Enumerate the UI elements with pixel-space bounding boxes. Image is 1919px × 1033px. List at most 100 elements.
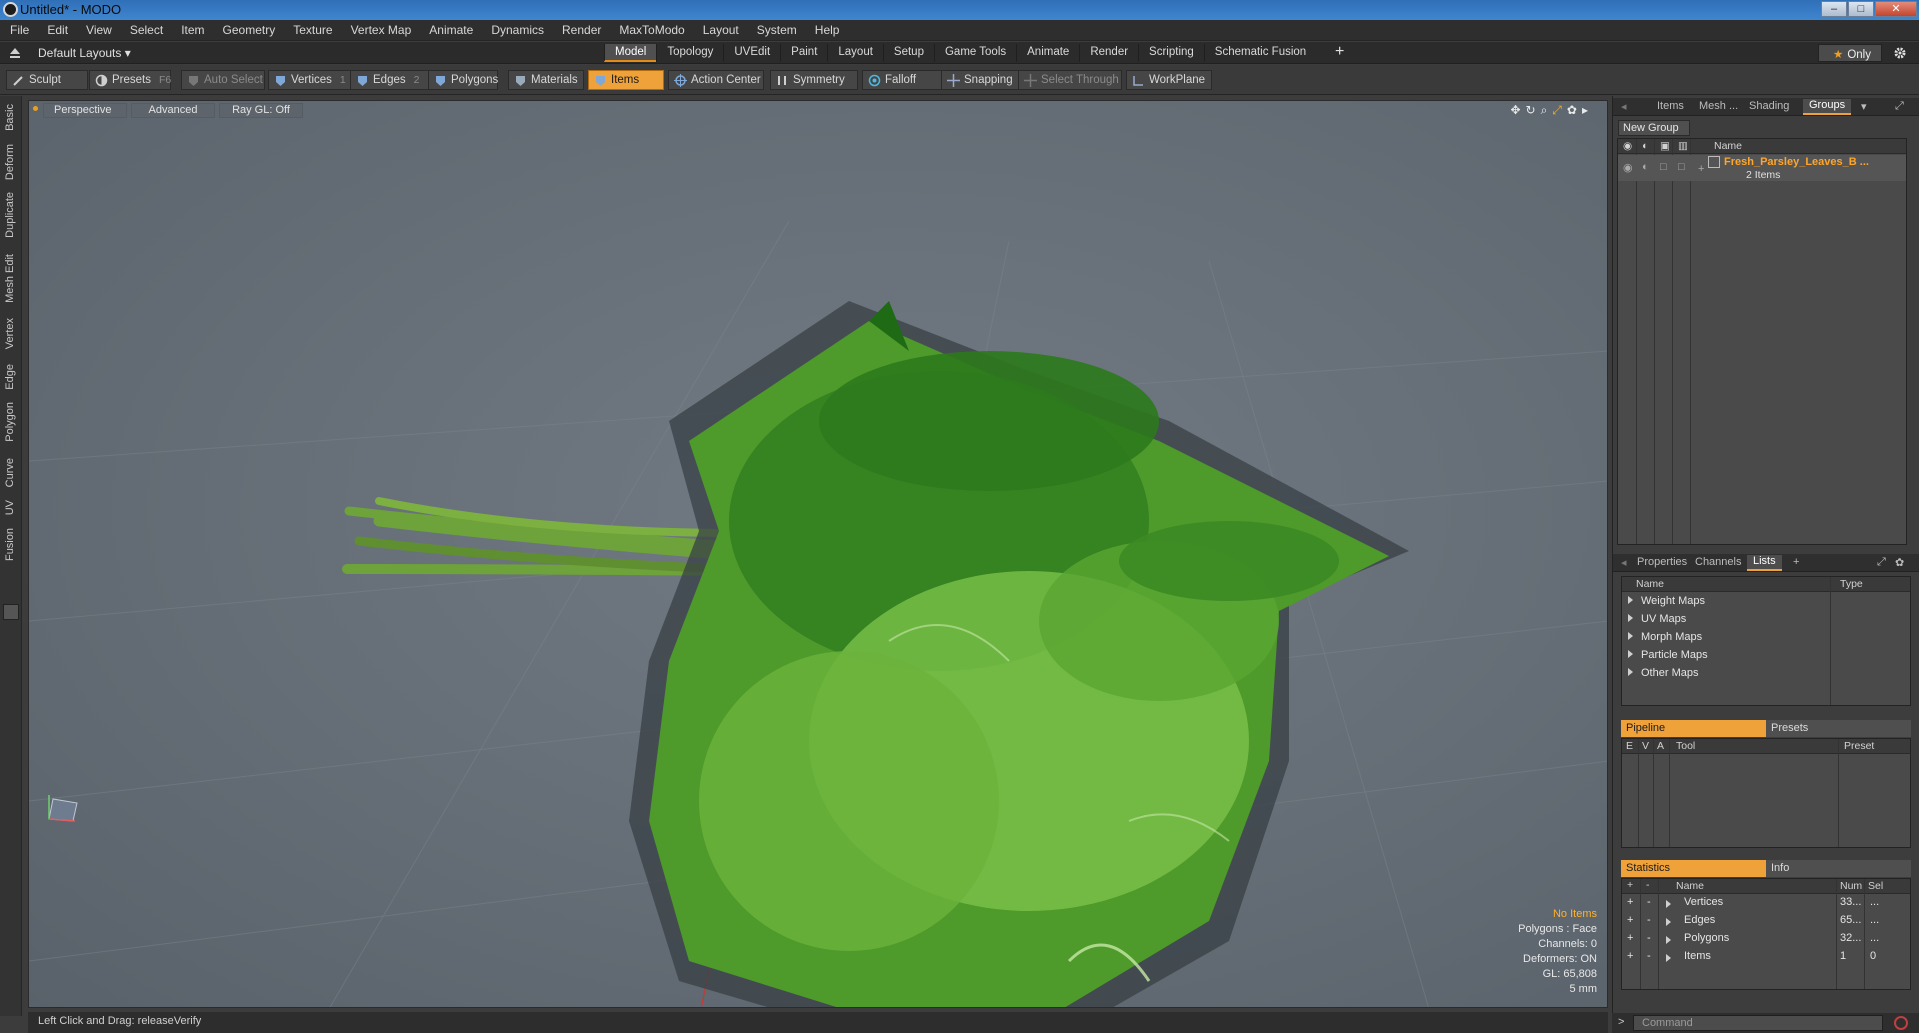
close-button[interactable]: ✕ [1875, 1, 1917, 17]
only-toggle[interactable]: ★ Only [1818, 44, 1882, 62]
tab-shading[interactable]: Shading [1749, 100, 1789, 112]
list-item-particle-maps[interactable]: Particle Maps [1628, 649, 1708, 667]
stats-row-edges[interactable]: + - Edges 65... ... [1622, 914, 1910, 932]
stats-remove-button[interactable]: - [1647, 896, 1651, 908]
tab-items[interactable]: Items [1657, 100, 1684, 112]
view-perspective-dropdown[interactable]: Perspective [43, 103, 127, 118]
tab-setup[interactable]: Setup [882, 44, 934, 62]
vertices-button[interactable]: Vertices 1 [268, 70, 352, 90]
group-visibility-icon[interactable]: ◉ [1623, 161, 1633, 174]
command-stop-icon[interactable] [1894, 1016, 1908, 1030]
stats-add-button[interactable]: + [1627, 896, 1633, 908]
mid-panel-menu-icon[interactable]: ◂ [1621, 556, 1627, 569]
presets-button[interactable]: Presets F6 [89, 70, 171, 90]
rotate-view-icon[interactable]: ↻ [1526, 103, 1541, 117]
shading-advanced-dropdown[interactable]: Advanced [131, 103, 215, 118]
expand-mid-panel-icon[interactable]: ⤢ [1877, 556, 1886, 569]
menu-render[interactable]: Render [552, 20, 609, 41]
stats-row-polygons[interactable]: + - Polygons 32... ... [1622, 932, 1910, 950]
zoom-view-icon[interactable]: ⌕ [1541, 103, 1553, 117]
group-select-icon[interactable]: □ [1678, 161, 1685, 173]
tab-layout[interactable]: Layout [827, 44, 883, 62]
tab-scripting[interactable]: Scripting [1138, 44, 1204, 62]
maximize-view-icon[interactable]: ⤢ [1552, 103, 1567, 117]
left-tab-vertex[interactable]: Vertex [4, 318, 16, 349]
menu-edit[interactable]: Edit [37, 20, 76, 41]
maximize-button[interactable]: □ [1848, 1, 1874, 17]
tab-properties[interactable]: Properties [1637, 556, 1687, 568]
expand-triangle-icon[interactable] [1666, 935, 1679, 947]
visibility-col-icon[interactable]: ◉ [1623, 140, 1632, 152]
items-button[interactable]: Items [588, 70, 664, 90]
tab-pipeline[interactable]: Pipeline [1621, 720, 1766, 737]
tabs-dropdown-icon[interactable]: ▾ [1861, 100, 1867, 113]
action-center-button[interactable]: Action Center [668, 70, 764, 90]
add-list-tab-button[interactable]: + [1793, 556, 1799, 568]
stats-row-vertices[interactable]: + - Vertices 33... ... [1622, 896, 1910, 914]
stats-remove-button[interactable]: - [1647, 950, 1651, 962]
viewport-more-icon[interactable]: ▸ [1582, 103, 1593, 117]
add-tab-button[interactable]: + [1335, 43, 1344, 61]
tab-topology[interactable]: Topology [656, 44, 723, 62]
tab-mesh[interactable]: Mesh ... [1699, 100, 1738, 112]
tab-presets[interactable]: Presets [1766, 720, 1911, 737]
select-col-icon[interactable]: ▥ [1678, 140, 1688, 152]
left-tab-uv[interactable]: UV [4, 500, 16, 515]
tab-paint[interactable]: Paint [780, 44, 827, 62]
tab-animate[interactable]: Animate [1016, 44, 1079, 62]
tab-render[interactable]: Render [1079, 44, 1138, 62]
snapping-button[interactable]: Snapping [941, 70, 1019, 90]
expand-triangle-icon[interactable] [1666, 899, 1679, 911]
expand-triangle-icon[interactable] [1628, 668, 1633, 676]
workplane-button[interactable]: WorkPlane [1126, 70, 1212, 90]
left-tab-curve[interactable]: Curve [4, 458, 16, 487]
list-item-weight-maps[interactable]: Weight Maps [1628, 595, 1705, 613]
tab-model[interactable]: Model [604, 44, 657, 62]
edges-button[interactable]: Edges 2 [350, 70, 429, 90]
3d-viewport[interactable]: Perspective Advanced Ray GL: Off ✥↻⌕⤢✿▸ … [28, 100, 1608, 1008]
viewport-settings-icon[interactable]: ✿ [1567, 103, 1582, 117]
raygl-toggle[interactable]: Ray GL: Off [219, 103, 303, 118]
stats-add-button[interactable]: + [1627, 950, 1633, 962]
menu-dynamics[interactable]: Dynamics [481, 20, 552, 41]
stats-row-items[interactable]: + - Items 1 0 [1622, 950, 1910, 968]
stats-collapse-all-button[interactable]: - [1646, 879, 1650, 891]
menu-animate[interactable]: Animate [419, 20, 481, 41]
auto-select-button[interactable]: Auto Select [181, 70, 265, 90]
expand-triangle-icon[interactable] [1628, 650, 1633, 658]
group-name[interactable]: Fresh_Parsley_Leaves_B ... [1724, 156, 1869, 168]
materials-button[interactable]: Materials [508, 70, 584, 90]
expand-triangle-icon[interactable] [1666, 953, 1679, 965]
menu-vertex-map[interactable]: Vertex Map [341, 20, 420, 41]
expand-panel-icon[interactable]: ⤢ [1895, 100, 1904, 113]
list-item-morph-maps[interactable]: Morph Maps [1628, 631, 1702, 649]
render-col-icon[interactable]: ◐ [1642, 140, 1648, 152]
menu-layout[interactable]: Layout [693, 20, 747, 41]
expand-triangle-icon[interactable] [1628, 596, 1633, 604]
tab-statistics[interactable]: Statistics [1621, 860, 1766, 877]
viewport-menu-dot-icon[interactable] [33, 106, 38, 111]
left-tab-deform[interactable]: Deform [4, 144, 16, 180]
left-tab-fusion[interactable]: Fusion [4, 528, 16, 561]
mid-panel-settings-icon[interactable]: ✿ [1895, 556, 1904, 569]
select-through-button[interactable]: Select Through [1018, 70, 1122, 90]
symmetry-button[interactable]: Symmetry [770, 70, 858, 90]
menu-select[interactable]: Select [120, 20, 171, 41]
left-tab-polygon[interactable]: Polygon [4, 402, 16, 442]
lock-col-icon[interactable]: ▣ [1660, 140, 1670, 152]
tab-game-tools[interactable]: Game Tools [933, 44, 1016, 62]
list-item-other-maps[interactable]: Other Maps [1628, 667, 1698, 685]
layout-upload-icon[interactable] [9, 47, 21, 59]
tab-groups[interactable]: Groups [1803, 99, 1852, 115]
stats-add-button[interactable]: + [1627, 932, 1633, 944]
stats-expand-all-button[interactable]: + [1627, 879, 1633, 891]
stats-remove-button[interactable]: - [1647, 932, 1651, 944]
stats-add-button[interactable]: + [1627, 914, 1633, 926]
tab-schematic-fusion[interactable]: Schematic Fusion [1203, 44, 1316, 62]
menu-help[interactable]: Help [805, 20, 848, 41]
tab-channels[interactable]: Channels [1695, 556, 1741, 568]
stats-remove-button[interactable]: - [1647, 914, 1651, 926]
menu-maxtomodo[interactable]: MaxToModo [609, 20, 692, 41]
menu-view[interactable]: View [76, 20, 120, 41]
panel-menu-icon[interactable]: ◂ [1621, 100, 1627, 113]
